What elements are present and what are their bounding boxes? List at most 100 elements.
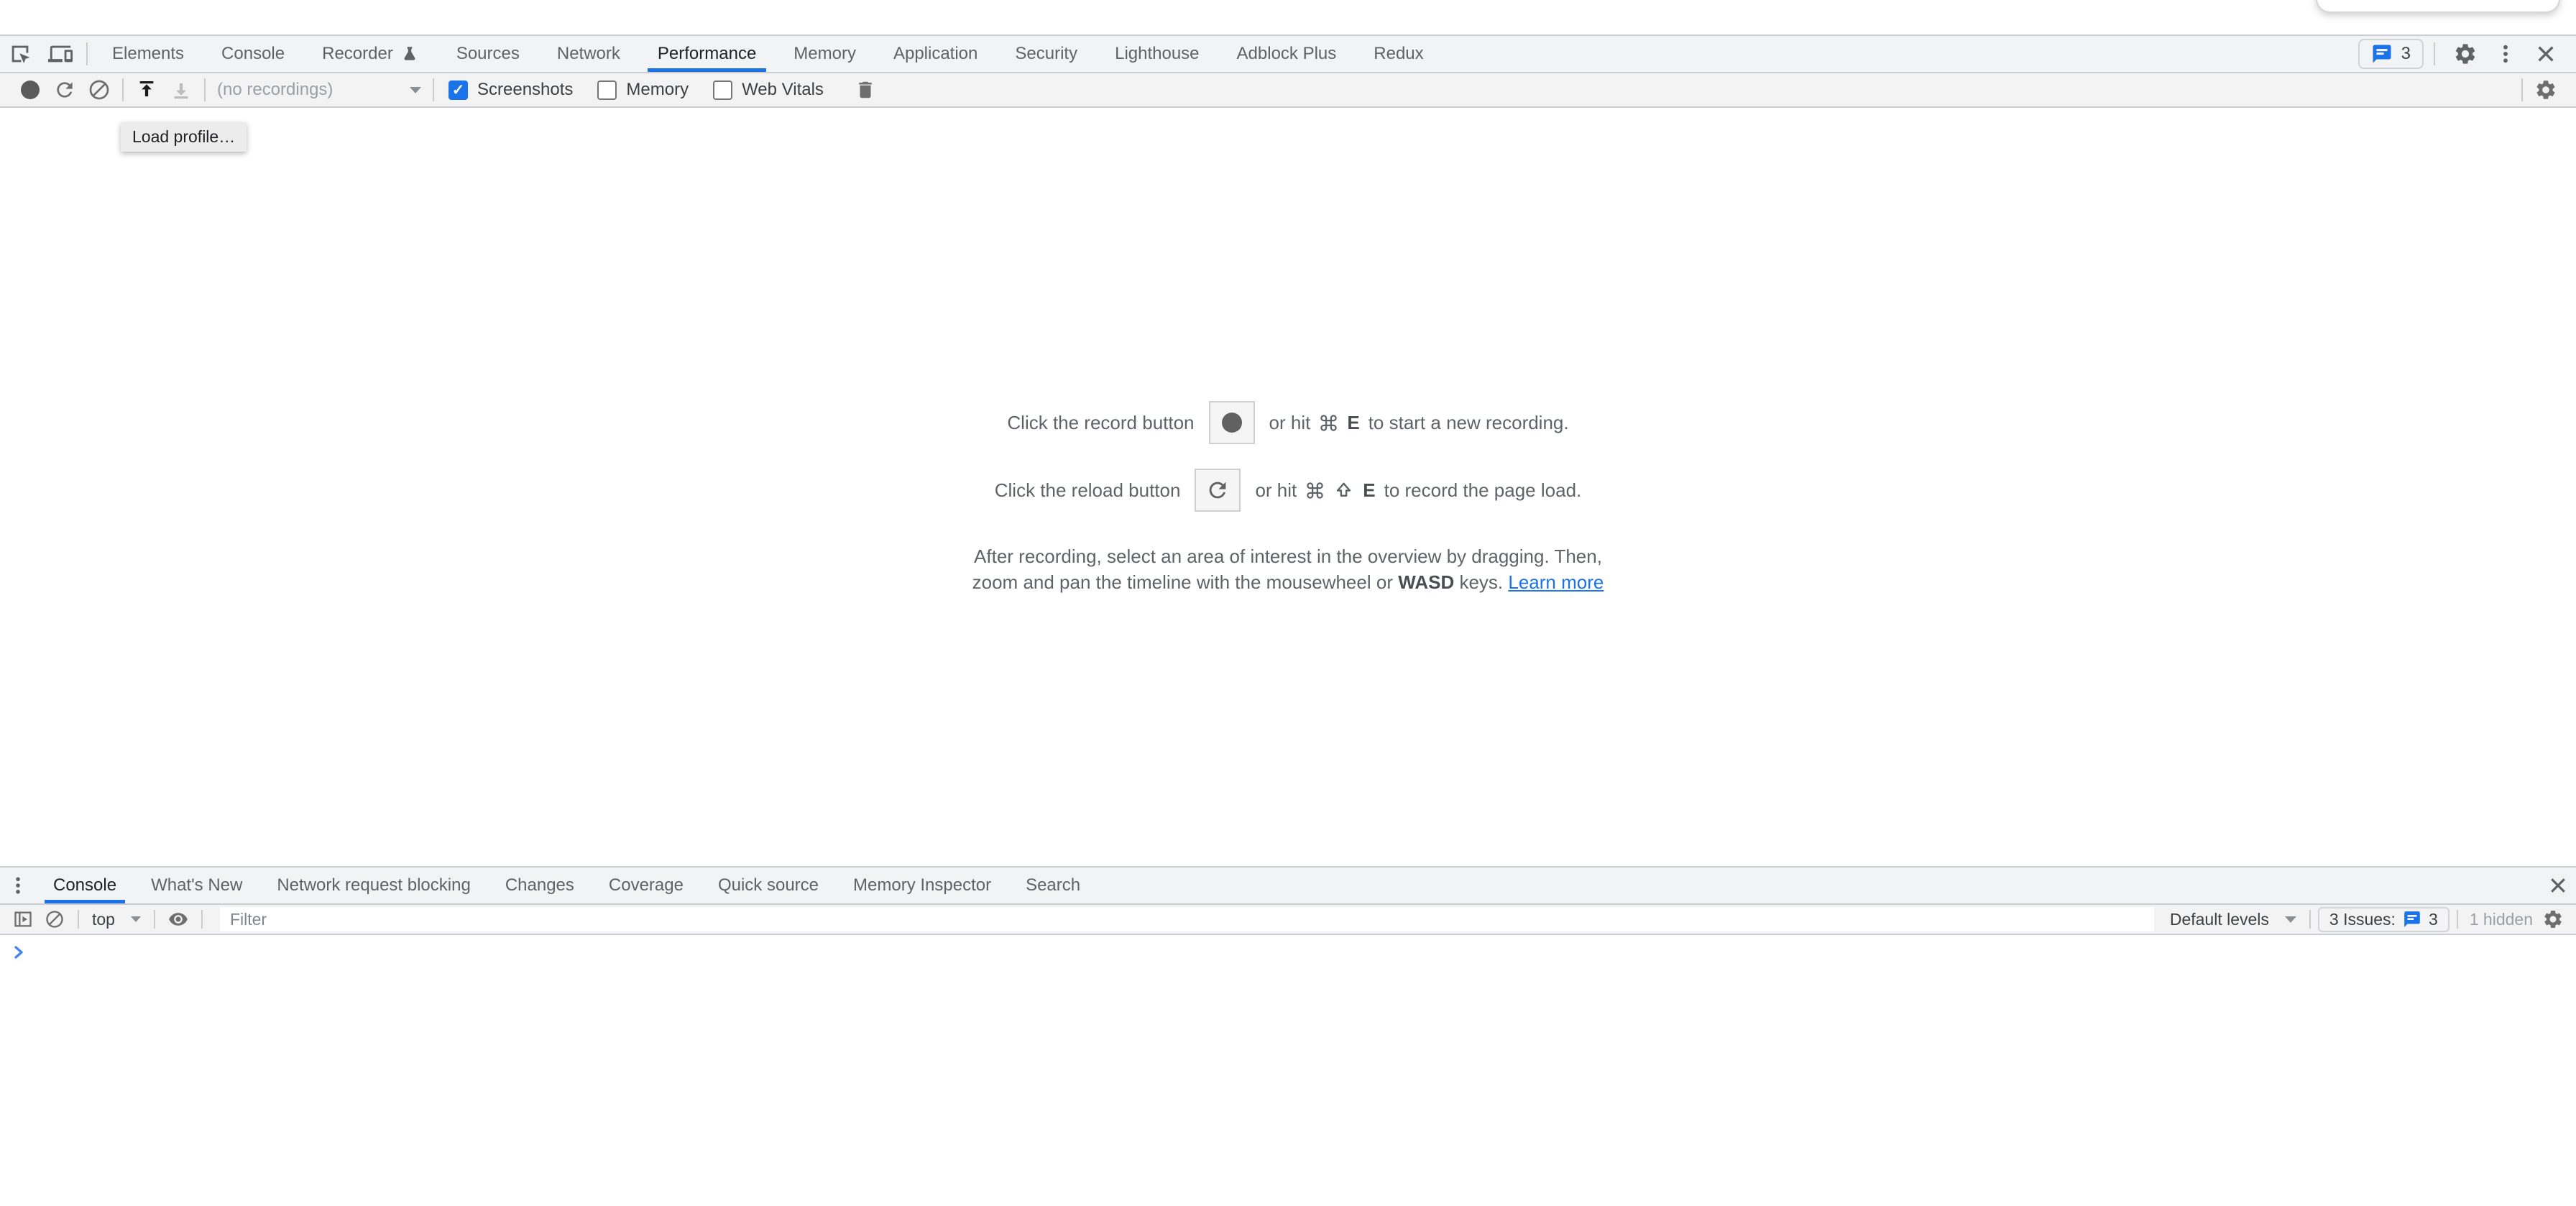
instruction-text: to start a new recording. — [1368, 412, 1569, 434]
tab-sources[interactable]: Sources — [438, 36, 538, 72]
instruction-text: Click the reload button — [995, 479, 1181, 502]
recordings-dropdown[interactable]: (no recordings) — [211, 80, 427, 100]
javascript-context-dropdown[interactable]: top — [86, 910, 147, 929]
drawer-tab-console[interactable]: Console — [36, 867, 134, 903]
tab-label: Console — [53, 875, 116, 896]
tab-adblock-plus[interactable]: Adblock Plus — [1218, 36, 1356, 72]
drawer-more-tools-button[interactable] — [0, 867, 36, 903]
web-vitals-checkbox[interactable]: Web Vitals — [713, 80, 824, 100]
reload-and-record-button[interactable] — [47, 74, 82, 106]
tab-label: Network — [557, 44, 620, 64]
create-live-expression-button[interactable] — [162, 906, 194, 933]
gear-icon — [2453, 42, 2478, 66]
console-settings-button[interactable] — [2537, 906, 2569, 933]
save-profile-button[interactable] — [164, 74, 198, 106]
settings-button[interactable] — [2445, 42, 2485, 66]
record-icon — [1222, 413, 1242, 433]
record-button[interactable] — [13, 74, 47, 106]
tab-label: Adblock Plus — [1237, 44, 1337, 64]
block-icon — [45, 909, 65, 929]
performance-toolbar: (no recordings) Screenshots Memory Web V… — [0, 73, 2576, 108]
separator — [2434, 42, 2435, 65]
devtools-window: Elements Console Recorder Sources Networ… — [0, 0, 2576, 1206]
drawer-tab-changes[interactable]: Changes — [488, 867, 592, 903]
close-devtools-button[interactable] — [2526, 42, 2566, 65]
performance-empty-state: Click the record button or hit E to star… — [0, 108, 2576, 866]
command-key-icon — [1305, 481, 1325, 500]
tab-elements[interactable]: Elements — [93, 36, 203, 72]
issues-count: 3 — [2429, 910, 2438, 929]
help-text: After recording, select an area of inter… — [972, 543, 1604, 595]
sidebar-panel-icon — [13, 909, 33, 929]
clear-console-button[interactable] — [39, 906, 70, 933]
tab-label: Security — [1015, 44, 1077, 64]
console-body[interactable] — [0, 935, 2576, 1206]
tab-lighthouse[interactable]: Lighthouse — [1096, 36, 1218, 72]
issues-counter-button[interactable]: 3 — [2358, 39, 2424, 69]
tab-label: Lighthouse — [1115, 44, 1199, 64]
device-toolbar-icon — [48, 42, 73, 66]
shortcut-key: E — [1363, 479, 1375, 502]
upload-icon — [135, 78, 158, 101]
gear-icon — [2542, 908, 2564, 930]
clear-button[interactable] — [82, 74, 116, 106]
delete-recording-button[interactable] — [848, 74, 883, 106]
tab-memory[interactable]: Memory — [775, 36, 875, 72]
record-icon — [21, 80, 40, 99]
screenshots-checkbox[interactable]: Screenshots — [448, 80, 573, 100]
tab-security[interactable]: Security — [996, 36, 1096, 72]
tab-redux[interactable]: Redux — [1355, 36, 1442, 72]
drawer-tab-coverage[interactable]: Coverage — [592, 867, 701, 903]
learn-more-link[interactable]: Learn more — [1508, 571, 1604, 593]
close-icon — [2534, 42, 2557, 65]
capture-settings-button[interactable] — [2529, 74, 2563, 106]
log-levels-dropdown[interactable]: Default levels — [2164, 910, 2302, 929]
more-options-button[interactable] — [2485, 42, 2526, 65]
tab-performance[interactable]: Performance — [639, 36, 775, 72]
chevron-down-icon — [410, 87, 421, 93]
issues-count: 3 — [2401, 44, 2411, 64]
console-filter-input[interactable] — [220, 907, 2154, 931]
tab-application[interactable]: Application — [875, 36, 996, 72]
help-line1: After recording, select an area of inter… — [974, 546, 1602, 567]
memory-checkbox[interactable]: Memory — [597, 80, 689, 100]
reload-icon — [1205, 478, 1230, 502]
console-prompt-row[interactable] — [0, 935, 2576, 961]
console-toolbar: top Default levels 3 Issues: 3 1 hidden — [0, 905, 2576, 935]
drawer-tab-search[interactable]: Search — [1008, 867, 1098, 903]
separator — [2309, 910, 2311, 929]
tab-network[interactable]: Network — [538, 36, 639, 72]
tab-label: Application — [893, 44, 978, 64]
issues-button[interactable]: 3 Issues: 3 — [2318, 907, 2450, 932]
separator — [78, 910, 79, 929]
experimental-flask-icon — [400, 45, 419, 63]
drawer-tab-network-request-blocking[interactable]: Network request blocking — [259, 867, 487, 903]
tab-label: Quick source — [718, 875, 819, 896]
close-drawer-button[interactable] — [2540, 867, 2576, 903]
reload-icon — [53, 78, 76, 101]
drawer-tab-whats-new[interactable]: What's New — [134, 867, 259, 903]
device-toolbar-button[interactable] — [40, 36, 80, 72]
tab-recorder[interactable]: Recorder — [303, 36, 438, 72]
record-instruction-line: Click the record button or hit E to star… — [1007, 401, 1568, 444]
chevron-down-icon — [131, 916, 141, 922]
drawer-tab-memory-inspector[interactable]: Memory Inspector — [836, 867, 1008, 903]
help-line2-after: keys. — [1459, 571, 1503, 593]
tab-label: Sources — [456, 44, 520, 64]
instruction-text: to record the page load. — [1384, 479, 1582, 502]
chevron-down-icon — [2285, 916, 2296, 923]
wasd-keys: WASD — [1398, 571, 1454, 593]
load-profile-button[interactable] — [129, 74, 164, 106]
checkbox-label: Memory — [626, 80, 689, 100]
inspect-element-button[interactable] — [0, 36, 40, 72]
kebab-menu-icon — [7, 875, 29, 896]
tab-console[interactable]: Console — [203, 36, 303, 72]
inspect-cursor-icon — [8, 42, 32, 66]
drawer-tab-quick-source[interactable]: Quick source — [701, 867, 836, 903]
load-profile-tooltip: Load profile… — [121, 122, 247, 152]
gear-icon — [2534, 78, 2557, 101]
show-console-sidebar-button[interactable] — [7, 906, 39, 933]
drawer-tabbar: Console What's New Network request block… — [0, 866, 2576, 905]
kebab-menu-icon — [2494, 42, 2517, 65]
browser-popup-remnant — [2316, 0, 2560, 13]
